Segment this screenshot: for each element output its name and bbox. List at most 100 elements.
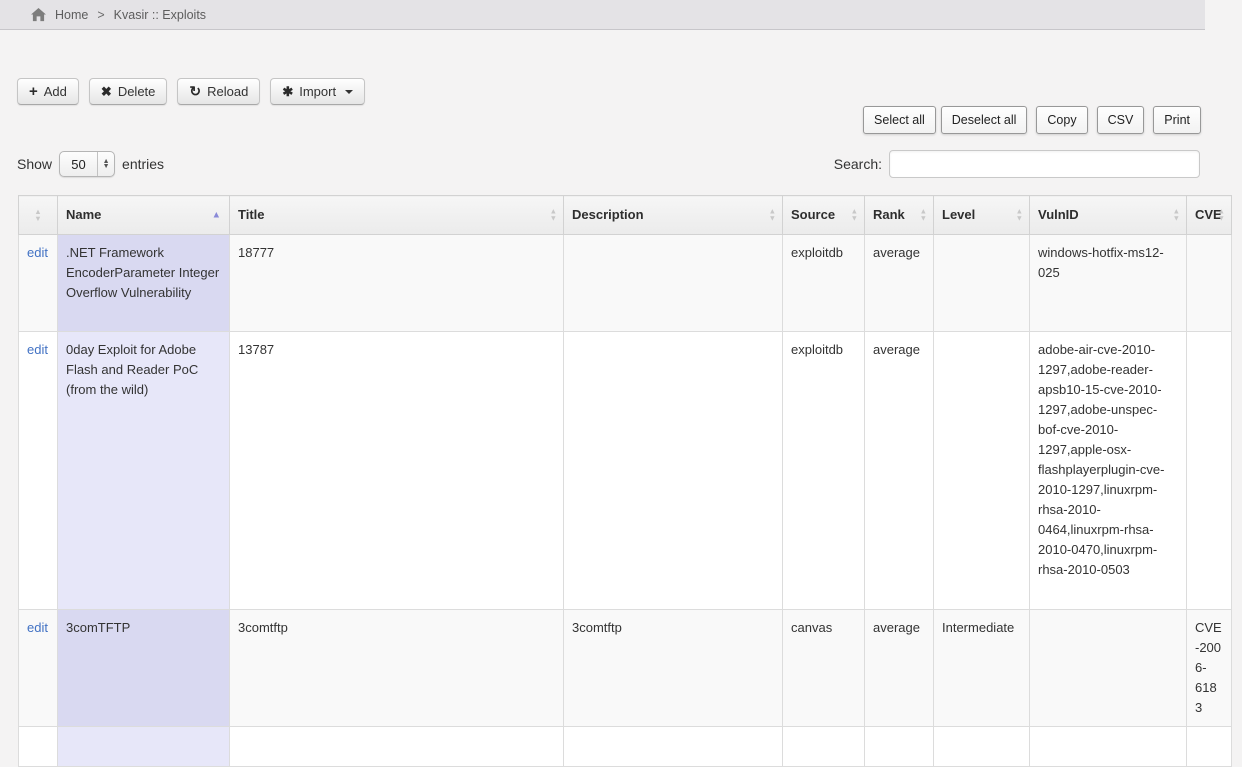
column-header-vulnid[interactable]: VulnID▲▼ (1030, 196, 1187, 235)
import-dropdown-button[interactable]: ✱ Import (270, 78, 365, 105)
table-row: edit 0day Exploit for Adobe Flash and Rea… (19, 332, 1232, 610)
cell-cve (1187, 727, 1232, 767)
cell-edit: edit (19, 610, 58, 727)
cell-description: 3comtftp (564, 610, 783, 727)
column-header-title[interactable]: Title ▲▼ (230, 196, 564, 235)
column-label: Title (238, 207, 265, 222)
asterisk-icon: ✱ (282, 85, 293, 98)
stepper-arrows-icon: ▲▼ (97, 152, 114, 176)
search-control: Search: (834, 150, 1200, 178)
cell-title: 13787 (230, 332, 564, 610)
deselect-all-button[interactable]: Deselect all (941, 106, 1028, 134)
cell-rank: average (865, 235, 934, 332)
cell-edit: edit (19, 332, 58, 610)
table-row: edit3comTFTP3comtftp3comtftpcanvasaverag… (19, 610, 1232, 727)
cell-name: 3comTFTP (58, 610, 230, 727)
select-all-button[interactable]: Select all (863, 106, 936, 134)
table-tools: Select all Deselect all Copy CSV Print (858, 106, 1201, 134)
import-button-label: Import (299, 84, 336, 99)
edit-link[interactable]: edit (27, 245, 48, 260)
cell-cve (1187, 332, 1232, 610)
cell-rank: average (865, 610, 934, 727)
cell-level (934, 332, 1030, 610)
sort-both-icon: ▲▼ (1016, 209, 1023, 222)
sort-ascending-icon: ▲ (212, 211, 221, 220)
cell-level (934, 727, 1030, 767)
column-header-source[interactable]: Source ▲▼ (783, 196, 865, 235)
add-button[interactable]: + Add (17, 78, 79, 105)
column-header-edit[interactable]: ▲▼ (19, 196, 58, 235)
column-header-rank[interactable]: Rank ▲▼ (865, 196, 934, 235)
cell-source: canvas (783, 610, 865, 727)
delete-button[interactable]: ✖ Delete (89, 78, 167, 105)
table-row (19, 727, 1232, 767)
cell-name: .NET Framework EncoderParameter Integer … (58, 235, 230, 332)
copy-button[interactable]: Copy (1036, 106, 1087, 134)
reload-button-label: Reload (207, 84, 248, 99)
delete-button-label: Delete (118, 84, 156, 99)
entries-select-value: 50 (60, 152, 97, 176)
edit-link[interactable]: edit (27, 342, 48, 357)
cell-vulnid (1030, 727, 1187, 767)
cell-title: 18777 (230, 235, 564, 332)
cell-name (58, 727, 230, 767)
refresh-icon: ↻ (189, 85, 201, 98)
table-row: edit .NET Framework EncoderParameter Inte… (19, 235, 1232, 332)
cell-rank: average (865, 332, 934, 610)
add-button-label: Add (44, 84, 67, 99)
toolbar: + Add ✖ Delete ↻ Reload ✱ Import (17, 78, 365, 105)
breadcrumb-current: Kvasir :: Exploits (114, 8, 206, 22)
breadcrumb-home[interactable]: Home (55, 8, 88, 22)
show-label: Show (17, 156, 52, 172)
home-icon (31, 8, 46, 22)
cell-name: 0day Exploit for Adobe Flash and Reader … (58, 332, 230, 610)
cell-title (230, 727, 564, 767)
entries-label: entries (122, 156, 164, 172)
cell-source (783, 727, 865, 767)
cell-vulnid: adobe-air-cve-2010-1297,adobe-reader-aps… (1030, 332, 1187, 610)
sort-both-icon: ▲▼ (920, 209, 927, 222)
column-label: Source (791, 207, 835, 222)
print-button[interactable]: Print (1153, 106, 1201, 134)
cell-description (564, 727, 783, 767)
cell-level: Intermediate (934, 610, 1030, 727)
csv-button[interactable]: CSV (1097, 106, 1145, 134)
sort-both-icon: ▲▼ (769, 209, 776, 222)
column-header-description[interactable]: Description ▲▼ (564, 196, 783, 235)
reload-button[interactable]: ↻ Reload (177, 78, 260, 105)
column-label: Rank (873, 207, 905, 222)
sort-both-icon: ▲▼ (851, 209, 858, 222)
caret-down-icon (345, 90, 353, 94)
cell-description (564, 235, 783, 332)
sort-both-icon: ▲▼ (550, 209, 557, 222)
cell-title: 3comtftp (230, 610, 564, 727)
sort-both-icon: ▲▼ (1173, 209, 1180, 222)
sort-both-icon: ▲▼ (34, 209, 41, 222)
column-header-cve[interactable]: CVE▲▼ (1187, 196, 1232, 235)
breadcrumb-bar: Home > Kvasir :: Exploits (0, 0, 1205, 30)
cell-cve: CVE-2006-6183 (1187, 610, 1232, 727)
cell-vulnid: windows-hotfix-ms12-025 (1030, 235, 1187, 332)
edit-link[interactable]: edit (27, 620, 48, 635)
exploits-table: ▲▼ Name ▲ Title ▲▼ Description ▲▼ Source ▲▼ Rank ▲… (18, 195, 1232, 767)
cell-rank (865, 727, 934, 767)
plus-icon: + (29, 85, 38, 98)
column-header-name[interactable]: Name ▲ (58, 196, 230, 235)
cell-cve (1187, 235, 1232, 332)
cell-description (564, 332, 783, 610)
column-label: Description (572, 207, 644, 222)
entries-select[interactable]: 50 ▲▼ (59, 151, 115, 177)
cross-icon: ✖ (101, 85, 112, 98)
cell-vulnid (1030, 610, 1187, 727)
cell-edit (19, 727, 58, 767)
cell-source: exploitdb (783, 235, 865, 332)
column-label: Name (66, 207, 101, 222)
sort-both-icon: ▲▼ (1218, 209, 1225, 222)
cell-level (934, 235, 1030, 332)
search-label: Search: (834, 156, 882, 172)
page-length-control: Show 50 ▲▼ entries (17, 151, 164, 177)
column-label: Level (942, 207, 975, 222)
cell-edit: edit (19, 235, 58, 332)
search-input[interactable] (889, 150, 1200, 178)
column-header-level[interactable]: Level ▲▼ (934, 196, 1030, 235)
